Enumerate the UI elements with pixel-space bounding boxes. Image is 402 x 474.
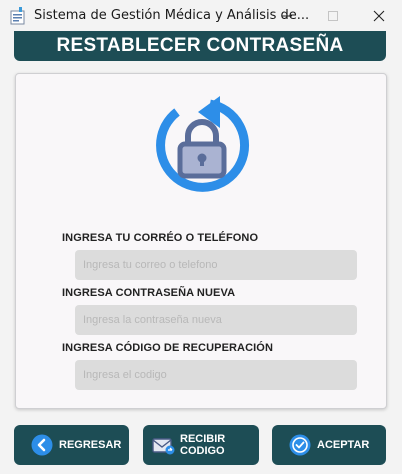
accept-button[interactable]: ACEPTAR <box>272 425 386 465</box>
reset-password-card: INGRESA TU CORRÉO O TELÉFONO INGRESA CON… <box>15 73 387 409</box>
new-password-label: INGRESA CONTRASEÑA NUEVA <box>62 287 236 299</box>
back-arrow-icon <box>31 434 53 456</box>
receive-code-label-line1: RECIBIR <box>180 433 226 445</box>
accept-button-label: ACEPTAR <box>317 439 370 451</box>
envelope-icon <box>152 438 175 455</box>
receive-code-label-line2: CODIGO <box>180 445 225 457</box>
maximize-icon <box>328 11 338 21</box>
check-circle-icon <box>289 434 311 456</box>
receive-code-button[interactable]: RECIBIR CODIGO <box>143 425 259 465</box>
back-button[interactable]: REGRESAR <box>14 425 129 465</box>
app-icon <box>10 7 25 25</box>
refresh-lock-icon <box>156 96 250 192</box>
minimize-icon <box>282 15 292 17</box>
recovery-code-label: INGRESA CÓDIGO DE RECUPERACIÓN <box>62 342 274 354</box>
close-icon <box>373 10 385 22</box>
minimize-button[interactable] <box>264 0 310 32</box>
window-titlebar: Sistema de Gestión Médica y Análisis de.… <box>0 0 402 32</box>
maximize-button[interactable] <box>310 0 356 32</box>
page-title: RESTABLECER CONTRASEÑA <box>14 31 386 61</box>
close-button[interactable] <box>356 0 402 32</box>
email-field[interactable] <box>75 250 357 280</box>
new-password-field[interactable] <box>75 305 357 335</box>
email-label: INGRESA TU CORRÉO O TELÉFONO <box>62 232 259 244</box>
receive-code-label: RECIBIR CODIGO <box>180 433 225 457</box>
recovery-code-field[interactable] <box>75 360 357 390</box>
back-button-label: REGRESAR <box>59 439 122 451</box>
